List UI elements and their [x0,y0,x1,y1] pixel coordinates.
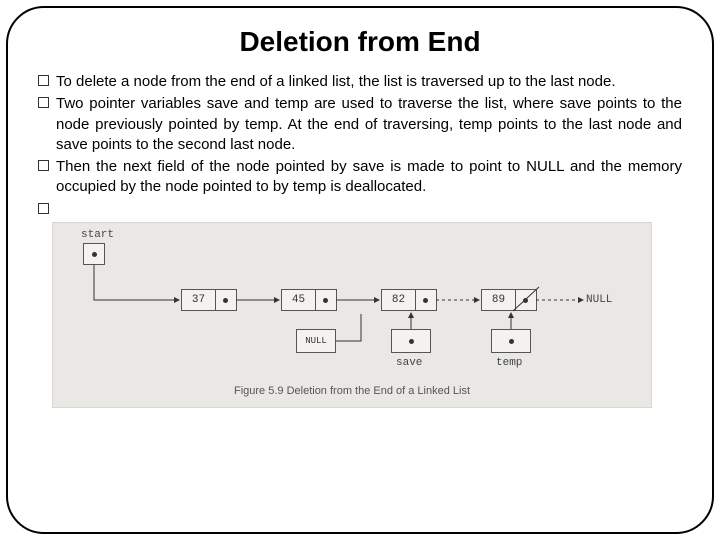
diagram-container: start 37 45 82 89 [52,222,652,408]
list-node: 82 [381,289,437,311]
node-pointer [316,290,336,310]
figure-caption: Figure 5.9 Deletion from the End of a Li… [61,385,643,397]
checkbox-icon [38,75,49,86]
pointer-dot [509,339,514,344]
pointer-dot [223,298,228,303]
save-label: save [396,357,422,369]
node-value: 45 [282,290,316,310]
slide-title: Deletion from End [38,26,682,58]
bullet-text: To delete a node from the end of a linke… [56,73,616,90]
node-value: 37 [182,290,216,310]
diagram-arrows [61,229,643,379]
pointer-dot [323,298,328,303]
pointer-dot [423,298,428,303]
list-node: 37 [181,289,237,311]
bullet-text: Two pointer variables save and temp are … [56,95,682,153]
bullet-list: To delete a node from the end of a linke… [38,72,682,216]
bullet-item: To delete a node from the end of a linke… [38,72,682,92]
node-value: 82 [382,290,416,310]
null-box: NULL [296,329,336,353]
bullet-item-empty [38,200,682,216]
save-box [391,329,431,353]
slide-frame: Deletion from End To delete a node from … [6,6,714,534]
start-pointer-box [83,243,105,265]
checkbox-icon [38,160,49,171]
pointer-dot [523,298,528,303]
checkbox-icon [38,203,49,214]
list-node: 45 [281,289,337,311]
temp-label: temp [496,357,522,369]
node-value: 89 [482,290,516,310]
bullet-item: Two pointer variables save and temp are … [38,94,682,155]
null-label: NULL [586,294,612,306]
node-pointer [516,290,536,310]
pointer-dot [409,339,414,344]
list-node: 89 [481,289,537,311]
node-pointer [216,290,236,310]
bullet-text: Then the next field of the node pointed … [56,158,682,195]
null-box-text: NULL [305,336,327,346]
temp-box [491,329,531,353]
pointer-dot [92,252,97,257]
bullet-item: Then the next field of the node pointed … [38,157,682,198]
start-label: start [81,229,114,241]
checkbox-icon [38,97,49,108]
node-pointer [416,290,436,310]
linked-list-diagram: start 37 45 82 89 [61,229,643,379]
